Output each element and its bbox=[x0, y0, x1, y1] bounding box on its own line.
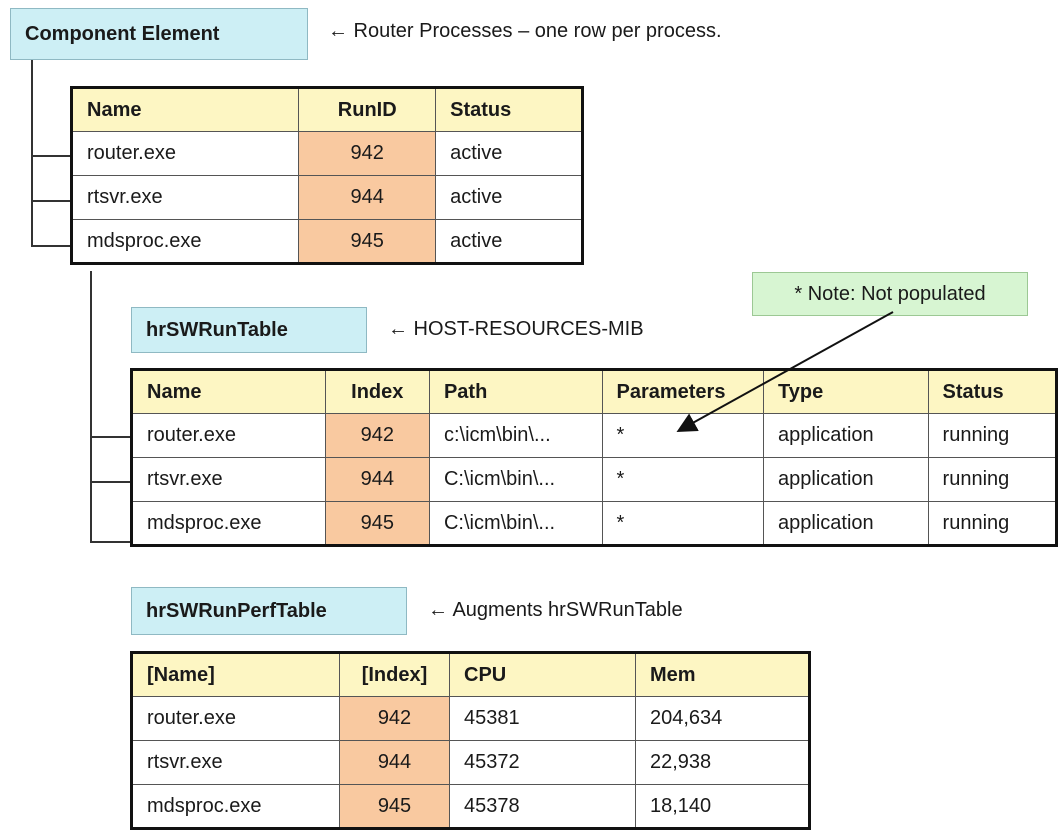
note-arrow bbox=[676, 311, 894, 432]
